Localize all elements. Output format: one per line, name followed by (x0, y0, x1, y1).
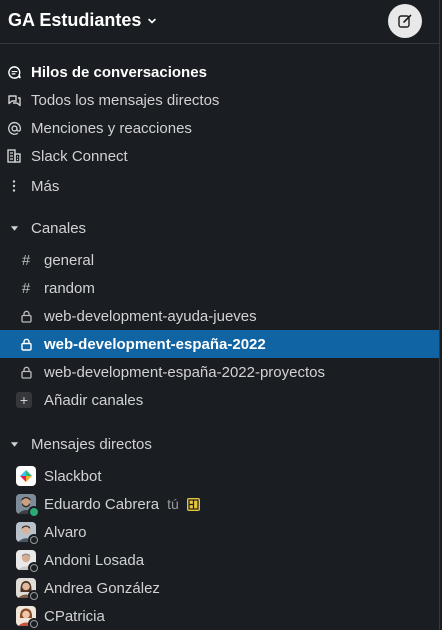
channel-name: web-development-ayuda-jueves (44, 307, 257, 325)
channel-name: random (44, 279, 95, 297)
workspace-header: GA Estudiantes (0, 0, 439, 44)
dm-cpatricia[interactable]: CPatricia (0, 602, 439, 630)
dm-andoni-losada[interactable]: Andoni Losada (0, 546, 439, 574)
presence-away-indicator (28, 534, 40, 546)
sidebar: GA Estudiantes Hilos de conversaciones T… (0, 0, 440, 630)
caret-down-icon (10, 225, 19, 231)
avatar (16, 522, 40, 546)
dm-name: Andoni Losada (44, 551, 145, 569)
nav-threads[interactable]: Hilos de conversaciones (0, 58, 439, 86)
presence-away-indicator (28, 618, 40, 630)
hash-icon: # (21, 279, 31, 297)
at-sign-icon (6, 120, 22, 136)
you-label: tú (167, 496, 179, 512)
channel-name: web-development-españa-2022 (44, 335, 266, 353)
nav-label: Todos los mensajes directos (31, 91, 220, 109)
avatar (16, 578, 40, 602)
avatar (16, 550, 40, 574)
avatar (16, 494, 40, 518)
workspace-switcher[interactable]: GA Estudiantes (8, 10, 157, 31)
dm-name: Andrea González (44, 579, 160, 597)
channel-general[interactable]: # general (0, 246, 439, 274)
dms-section-header[interactable]: Mensajes directos (0, 430, 439, 458)
presence-away-indicator (28, 562, 40, 574)
channels-section-header[interactable]: Canales (0, 214, 439, 242)
channel-name: web-development-españa-2022-proyectos (44, 363, 326, 381)
dm-slackbot[interactable]: Slackbot (0, 462, 439, 490)
dm-name: Eduardo Cabrera (44, 495, 160, 513)
section-title: Canales (31, 219, 87, 237)
hash-icon: # (21, 251, 31, 269)
lock-icon (18, 336, 34, 352)
threads-icon (6, 64, 22, 80)
channel-name: general (44, 251, 95, 269)
nav-all-dms[interactable]: Todos los mensajes directos (0, 86, 439, 114)
nav-mentions[interactable]: Menciones y reacciones (0, 114, 439, 142)
dm-eduardo-cabrera[interactable]: Eduardo Cabrera tú (0, 490, 439, 518)
dm-alvaro[interactable]: Alvaro (0, 518, 439, 546)
add-channels-button[interactable]: + Añadir canales (0, 386, 439, 414)
caret-down-icon (10, 441, 19, 447)
add-channels-label: Añadir canales (44, 391, 144, 409)
building-icon (6, 148, 22, 164)
nav-more[interactable]: Más (0, 172, 439, 200)
nav-label: Hilos de conversaciones (31, 63, 207, 81)
dm-name: Slackbot (44, 467, 102, 485)
nav-slack-connect[interactable]: Slack Connect (0, 142, 439, 170)
nav-label: Slack Connect (31, 147, 128, 165)
lock-icon (18, 364, 34, 380)
lock-icon (18, 308, 34, 324)
dm-name: Alvaro (44, 523, 87, 541)
channel-web-development-espana-2022-proyectos[interactable]: web-development-españa-2022-proyectos (0, 358, 439, 386)
channel-random[interactable]: # random (0, 274, 439, 302)
dm-name: CPatricia (44, 607, 105, 625)
chevron-down-icon (148, 18, 157, 24)
avatar (16, 606, 40, 630)
presence-away-indicator (28, 590, 40, 602)
more-vertical-icon (6, 178, 22, 194)
slackbot-avatar (16, 466, 36, 486)
compose-button[interactable] (388, 4, 422, 38)
status-emoji-icon (186, 497, 200, 511)
channel-web-development-espana-2022[interactable]: web-development-españa-2022 (0, 330, 439, 358)
nav-label: Más (31, 177, 60, 195)
dm-andrea-gonzalez[interactable]: Andrea González (0, 574, 439, 602)
section-title: Mensajes directos (31, 435, 152, 453)
plus-icon: + (16, 392, 32, 408)
presence-active-indicator (28, 506, 40, 518)
direct-messages-icon (6, 92, 22, 108)
compose-icon (398, 14, 412, 28)
nav-label: Menciones y reacciones (31, 119, 192, 137)
channel-web-development-ayuda-jueves[interactable]: web-development-ayuda-jueves (0, 302, 439, 330)
workspace-name: GA Estudiantes (8, 10, 142, 30)
